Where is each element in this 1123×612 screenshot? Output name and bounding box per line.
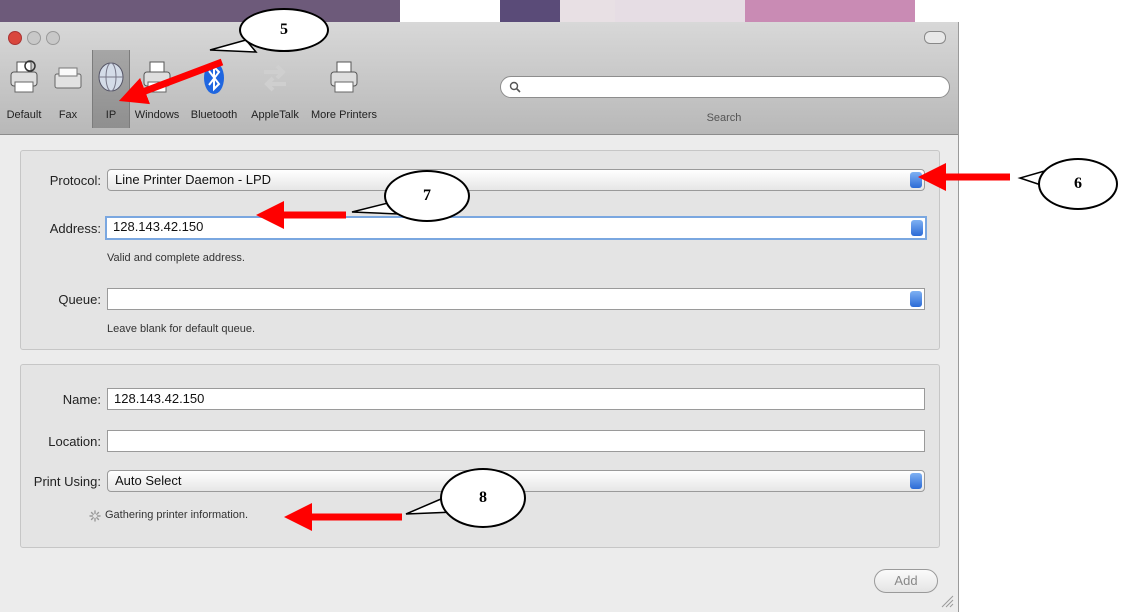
toolbar-default-label: Default xyxy=(6,109,42,121)
gathering-status: Gathering printer information. xyxy=(105,509,249,521)
toolbar: Default Fax IP Windows Bluetooth AppleTa… xyxy=(0,22,958,135)
print-using-value: Auto Select xyxy=(115,473,182,488)
toolbar-appletalk-button[interactable]: AppleTalk xyxy=(246,50,304,128)
protocol-label: Protocol: xyxy=(49,173,101,188)
zoom-button[interactable] xyxy=(46,31,60,45)
name-label: Name: xyxy=(62,392,101,407)
location-label: Location: xyxy=(48,434,101,449)
search-label: Search xyxy=(706,112,742,124)
resize-grip-icon[interactable] xyxy=(940,594,954,608)
address-hint: Valid and complete address. xyxy=(107,252,245,264)
close-button[interactable] xyxy=(8,31,22,45)
toolbar-more-printers-label: More Printers xyxy=(310,109,378,121)
callout-7: 7 xyxy=(384,170,470,222)
name-field[interactable]: 128.143.42.150 xyxy=(107,388,925,410)
location-field[interactable] xyxy=(107,430,925,452)
callout-5: 5 xyxy=(239,8,329,52)
toolbar-appletalk-label: AppleTalk xyxy=(251,109,299,121)
address-label: Address: xyxy=(49,221,101,236)
queue-field[interactable] xyxy=(107,288,925,310)
address-field[interactable]: 128.143.42.150 xyxy=(105,216,927,240)
spinner-icon xyxy=(89,510,101,522)
queue-label: Queue: xyxy=(58,292,101,307)
toolbar-fax-button[interactable]: Fax xyxy=(50,50,86,128)
search-icon xyxy=(509,81,521,93)
chevron-down-icon[interactable] xyxy=(910,291,922,307)
appletalk-icon xyxy=(264,64,286,92)
protocol-select[interactable]: Line Printer Daemon - LPD xyxy=(107,169,925,191)
chevron-updown-icon xyxy=(910,172,922,188)
desktop-background xyxy=(560,0,615,24)
connection-panel: Protocol: Line Printer Daemon - LPD Addr… xyxy=(20,150,940,350)
toolbar-bluetooth-button[interactable]: Bluetooth xyxy=(186,50,242,128)
chevron-updown-icon xyxy=(910,473,922,489)
queue-hint: Leave blank for default queue. xyxy=(107,323,256,335)
toolbar-ip-button[interactable]: IP xyxy=(92,50,130,128)
print-using-label: Print Using: xyxy=(33,474,101,489)
chevron-down-icon[interactable] xyxy=(911,220,923,236)
toolbar-bluetooth-label: Bluetooth xyxy=(190,109,238,121)
bluetooth-icon xyxy=(204,62,224,94)
toolbar-ip-label: IP xyxy=(105,109,117,121)
desktop-background xyxy=(745,0,915,24)
printer-icon xyxy=(10,60,38,93)
callout-8: 8 xyxy=(440,468,526,528)
printer-icon xyxy=(143,61,171,93)
desktop-background xyxy=(0,0,400,24)
search-input[interactable] xyxy=(500,76,950,98)
globe-icon xyxy=(98,62,124,92)
fax-icon xyxy=(54,67,82,89)
toolbar-default-button[interactable]: Default xyxy=(2,50,46,128)
callout-6: 6 xyxy=(1038,158,1118,210)
add-button[interactable]: Add xyxy=(874,569,938,593)
toolbar-fax-label: Fax xyxy=(58,109,78,121)
address-value: 128.143.42.150 xyxy=(113,219,204,234)
name-value: 128.143.42.150 xyxy=(114,391,205,406)
minimize-button[interactable] xyxy=(27,31,41,45)
printer-icon xyxy=(330,61,358,93)
toolbar-toggle-button[interactable] xyxy=(924,31,946,44)
protocol-value: Line Printer Daemon - LPD xyxy=(115,172,272,187)
toolbar-more-printers-button[interactable]: More Printers xyxy=(308,50,380,128)
toolbar-windows-label: Windows xyxy=(134,109,180,121)
desktop-background xyxy=(615,0,745,24)
desktop-background xyxy=(500,0,560,24)
toolbar-windows-button[interactable]: Windows xyxy=(132,50,182,128)
